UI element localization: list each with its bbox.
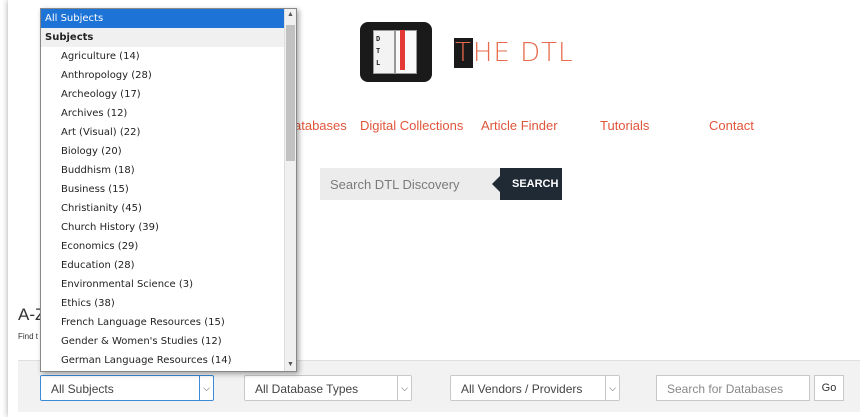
go-button[interactable]: Go [814, 375, 844, 401]
scroll-down-icon[interactable]: ▼ [285, 359, 296, 371]
dropdown-scrollbar[interactable]: ▲ ▼ [284, 9, 296, 371]
dropdown-option[interactable]: French Language Resources (15) [41, 313, 296, 332]
dropdown-option[interactable]: Buddhism (18) [41, 161, 296, 180]
nav-article-finder[interactable]: Article Finder [481, 118, 558, 133]
dropdown-options: Agriculture (14) Anthropology (28) Archeol… [41, 47, 296, 370]
site-title[interactable]: THE DTL [454, 38, 574, 68]
dropdown-option[interactable]: Economics (29) [41, 237, 296, 256]
database-search-input[interactable]: Search for Databases [656, 375, 810, 401]
logo-letters: DTL [376, 35, 381, 67]
dropdown-option[interactable]: Church History (39) [41, 218, 296, 237]
nav-databases[interactable]: atabases [294, 118, 347, 133]
dropdown-option[interactable]: Archeology (17) [41, 85, 296, 104]
az-subtitle: Find t [18, 332, 39, 341]
dropdown-option-all-subjects[interactable]: All Subjects [41, 9, 296, 28]
dropdown-option[interactable]: Business (15) [41, 180, 296, 199]
dropdown-option[interactable]: Art (Visual) (22) [41, 123, 296, 142]
nav-digital-collections[interactable]: Digital Collections [360, 118, 463, 133]
subject-dropdown-list[interactable]: All Subjects Subjects Agriculture (14) An… [40, 8, 297, 372]
discovery-search-input[interactable]: Search DTL Discovery [320, 168, 504, 200]
dropdown-option[interactable]: Christianity (45) [41, 199, 296, 218]
dropdown-option[interactable]: Environmental Science (3) [41, 275, 296, 294]
chevron-down-icon: ⌵ [397, 376, 411, 400]
dropdown-option[interactable]: German Language Resources (14) [41, 351, 296, 370]
search-button[interactable]: SEARCH [492, 168, 562, 200]
nav-tutorials[interactable]: Tutorials [600, 118, 649, 133]
chevron-down-icon: ⌵ [199, 376, 213, 400]
dtl-logo-book-icon[interactable]: DTL [360, 22, 432, 82]
nav-contact[interactable]: Contact [709, 118, 754, 133]
vendor-select[interactable]: All Vendors / Providers ⌵ [450, 375, 620, 401]
dropdown-option[interactable]: Gender & Women's Studies (12) [41, 332, 296, 351]
dropdown-option[interactable]: Biology (20) [41, 142, 296, 161]
dropdown-option[interactable]: Ethics (38) [41, 294, 296, 313]
dropdown-option[interactable]: Anthropology (28) [41, 66, 296, 85]
dropdown-option[interactable]: Archives (12) [41, 104, 296, 123]
scroll-up-icon[interactable]: ▲ [285, 9, 296, 21]
dropdown-option[interactable]: Agriculture (14) [41, 47, 296, 66]
scrollbar-thumb[interactable] [286, 25, 295, 161]
dropdown-group-subjects: Subjects [41, 28, 296, 47]
chevron-down-icon: ⌵ [605, 376, 619, 400]
database-type-select[interactable]: All Database Types ⌵ [244, 375, 412, 401]
subject-select[interactable]: All Subjects ⌵ [40, 375, 214, 401]
dropdown-option[interactable]: Education (28) [41, 256, 296, 275]
